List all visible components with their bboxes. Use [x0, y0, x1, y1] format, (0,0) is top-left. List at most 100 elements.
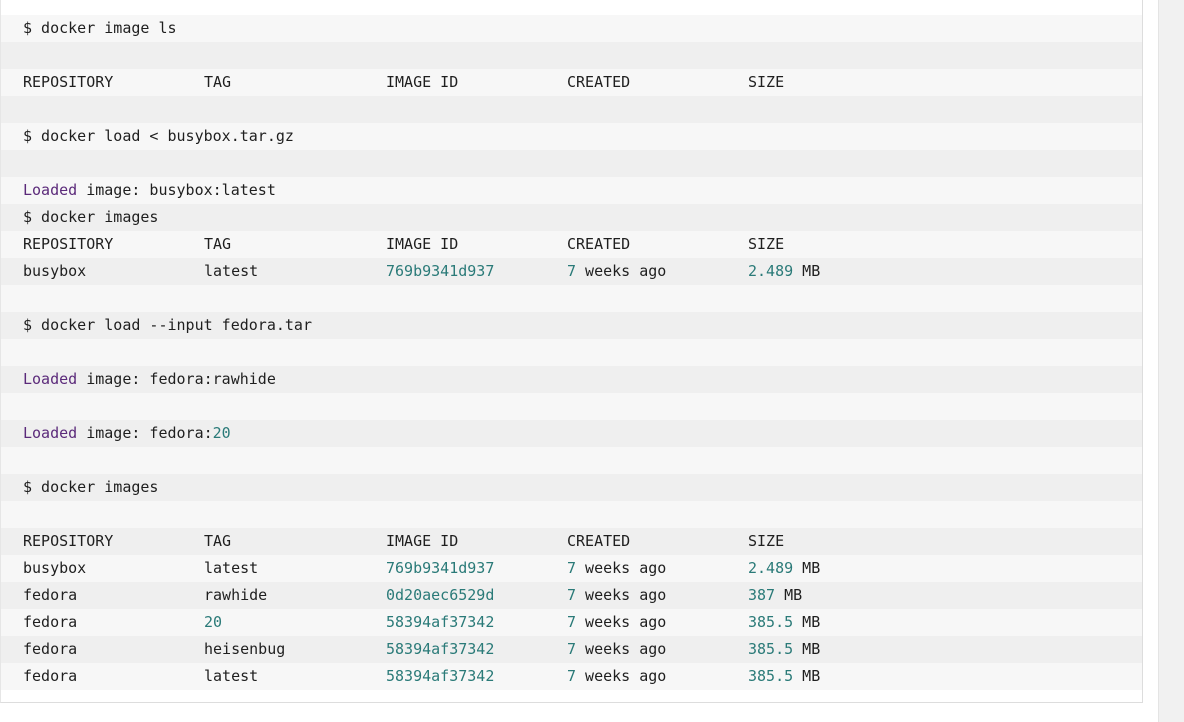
created-text: weeks ago [576, 667, 667, 685]
created-cell: 7 weeks ago [567, 582, 666, 609]
size-number: 2.489 [748, 559, 794, 577]
command-line: $ docker image ls [1, 15, 1142, 42]
created-text: weeks ago [576, 613, 667, 631]
command-text: $ docker images [23, 208, 159, 226]
size-number: 387 [748, 586, 776, 604]
header-tag: TAG [204, 532, 232, 550]
loaded-keyword: Loaded [23, 181, 78, 199]
size-unit: MB [793, 613, 821, 631]
loaded-keyword: Loaded [23, 424, 78, 442]
size-cell: 385.5 MB [748, 609, 820, 636]
loaded-output: Loaded image: busybox:latest [23, 177, 276, 204]
header-repository: REPOSITORY [23, 235, 114, 253]
created-number: 7 [567, 667, 577, 685]
size-cell: 2.489 MB [748, 258, 820, 285]
created-text: weeks ago [576, 262, 667, 280]
blank-line [1, 501, 1142, 528]
table-header-row: REPOSITORY TAG IMAGE ID CREATED SIZE [1, 231, 1142, 258]
repository-cell: fedora [23, 667, 78, 685]
repository-cell: fedora [23, 613, 78, 631]
created-number: 7 [567, 640, 577, 658]
table-header-row: REPOSITORY TAG IMAGE ID CREATED SIZE [1, 69, 1142, 96]
size-unit: MB [775, 586, 803, 604]
code-lines: $ docker image ls REPOSITORY TAG IMAGE ID CR… [1, 15, 1142, 690]
loaded-output-line: Loaded image: fedora:20 [1, 420, 1142, 447]
size-unit: MB [793, 262, 821, 280]
created-number: 7 [567, 613, 577, 631]
repository-cell: fedora [23, 586, 78, 604]
image-id-cell: 769b9341d937 [386, 559, 495, 577]
table-row: fedora rawhide 0d20aec6529d 7 weeks ago 387 … [1, 582, 1142, 609]
size-number: 385.5 [748, 613, 794, 631]
tag-cell: heisenbug [204, 640, 286, 658]
size-unit: MB [793, 559, 821, 577]
size-unit: MB [793, 640, 821, 658]
header-repository: REPOSITORY [23, 532, 114, 550]
image-id-cell: 0d20aec6529d [386, 586, 495, 604]
header-created: CREATED [567, 73, 631, 91]
created-text: weeks ago [576, 586, 667, 604]
size-number: 385.5 [748, 667, 794, 685]
blank-line [1, 447, 1142, 474]
created-number: 7 [567, 262, 577, 280]
command-line: $ docker load --input fedora.tar [1, 312, 1142, 339]
table-row: busybox latest 769b9341d937 7 weeks ago 2.48… [1, 258, 1142, 285]
header-image-id: IMAGE ID [386, 73, 459, 91]
created-number: 7 [567, 559, 577, 577]
created-text: weeks ago [576, 640, 667, 658]
header-size: SIZE [748, 532, 785, 550]
table-row: fedora 20 58394af37342 7 weeks ago 385.5 MB [1, 609, 1142, 636]
created-cell: 7 weeks ago [567, 609, 666, 636]
header-size: SIZE [748, 73, 785, 91]
repository-cell: busybox [23, 262, 87, 280]
loaded-image-name: image: busybox:latest [77, 181, 276, 199]
created-cell: 7 weeks ago [567, 555, 666, 582]
command-line: $ docker images [1, 474, 1142, 501]
size-cell: 385.5 MB [748, 636, 820, 663]
repository-cell: busybox [23, 559, 87, 577]
repository-cell: fedora [23, 640, 78, 658]
created-cell: 7 weeks ago [567, 663, 666, 690]
created-text: weeks ago [576, 559, 667, 577]
header-repository: REPOSITORY [23, 73, 114, 91]
blank-line [1, 96, 1142, 123]
header-image-id: IMAGE ID [386, 532, 459, 550]
image-id-cell: 58394af37342 [386, 613, 495, 631]
command-line: $ docker load < busybox.tar.gz [1, 123, 1142, 150]
blank-line [1, 339, 1142, 366]
blank-line [1, 42, 1142, 69]
tag-cell: latest [204, 559, 259, 577]
code-block: $ docker image ls REPOSITORY TAG IMAGE ID CR… [0, 0, 1143, 703]
tag-cell: latest [204, 667, 259, 685]
size-cell: 385.5 MB [748, 663, 820, 690]
header-created: CREATED [567, 532, 631, 550]
blank-line [1, 393, 1142, 420]
command-text: $ docker load < busybox.tar.gz [23, 127, 294, 145]
header-tag: TAG [204, 235, 232, 253]
loaded-output: Loaded image: fedora:20 [23, 420, 231, 447]
loaded-image-name: image: fedora:rawhide [77, 370, 276, 388]
tag-cell: latest [204, 262, 259, 280]
image-id-cell: 58394af37342 [386, 640, 495, 658]
loaded-keyword: Loaded [23, 370, 78, 388]
tag-cell: 20 [204, 613, 223, 631]
size-number: 385.5 [748, 640, 794, 658]
loaded-image-name: image: fedora: [77, 424, 213, 442]
command-text: $ docker images [23, 478, 159, 496]
tag-cell: rawhide [204, 586, 268, 604]
loaded-output-line: Loaded image: busybox:latest [1, 177, 1142, 204]
loaded-image-tag-number: 20 [212, 424, 231, 442]
loaded-output: Loaded image: fedora:rawhide [23, 366, 276, 393]
table-row: busybox latest 769b9341d937 7 weeks ago 2.48… [1, 555, 1142, 582]
created-cell: 7 weeks ago [567, 258, 666, 285]
command-text: $ docker image ls [23, 19, 177, 37]
size-cell: 387 MB [748, 582, 802, 609]
vertical-scrollbar[interactable] [1158, 0, 1184, 722]
header-image-id: IMAGE ID [386, 235, 459, 253]
size-unit: MB [793, 667, 821, 685]
blank-line [1, 285, 1142, 312]
image-id-cell: 769b9341d937 [386, 262, 495, 280]
image-id-cell: 58394af37342 [386, 667, 495, 685]
table-header-row: REPOSITORY TAG IMAGE ID CREATED SIZE [1, 528, 1142, 555]
header-created: CREATED [567, 235, 631, 253]
